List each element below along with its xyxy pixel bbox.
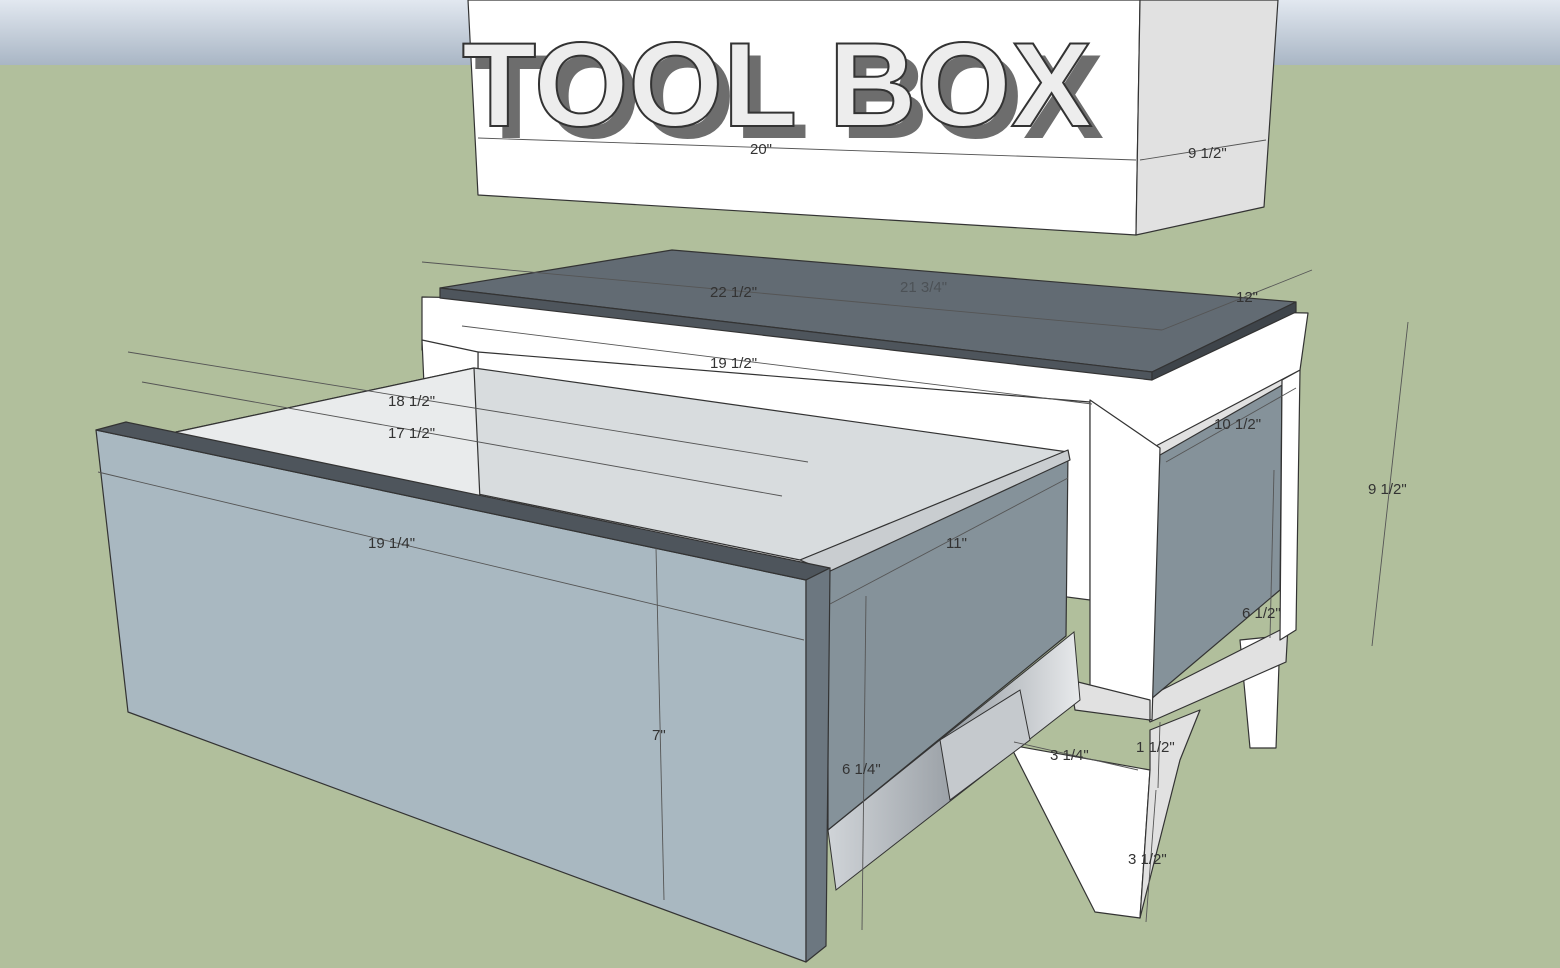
dim-lid-hidden: 21 3/4" bbox=[900, 279, 947, 296]
tote-side-face bbox=[1135, 0, 1279, 236]
dim-inner-width: 19 1/2" bbox=[710, 355, 757, 372]
dim-cabinet-height: 9 1/2" bbox=[1368, 481, 1407, 498]
dim-drawer-front: 19 1/4" bbox=[368, 535, 415, 552]
dim-lid-length: 22 1/2" bbox=[710, 284, 757, 301]
dim-drawer-outer: 18 1/2" bbox=[388, 393, 435, 410]
tote-title: TOOL BOX bbox=[462, 18, 1092, 152]
dim-rail-height: 1 1/2" bbox=[1136, 739, 1175, 756]
dim-lid-depth: 12" bbox=[1236, 289, 1258, 306]
dim-side-height: 6 1/4" bbox=[842, 761, 881, 778]
dim-leg-height: 3 1/2" bbox=[1128, 851, 1167, 868]
dim-front-height: 7" bbox=[652, 727, 666, 744]
dim-top-width: 20" bbox=[750, 141, 772, 158]
dim-drawer-depth: 11" bbox=[946, 535, 967, 552]
right-side-post bbox=[1279, 369, 1301, 641]
dim-panel-depth: 10 1/2" bbox=[1214, 416, 1261, 433]
front-right-post bbox=[1089, 399, 1161, 721]
drawer-front-edge bbox=[805, 567, 831, 963]
dim-leg-width: 3 1/4" bbox=[1050, 747, 1089, 764]
dim-panel-height: 6 1/2" bbox=[1242, 605, 1281, 622]
dim-top-depth: 9 1/2" bbox=[1188, 145, 1227, 162]
toolbox-3d-model: TOOL BOX TOOL BOX 20" 9 1/2" 22 1/2" 21 … bbox=[0, 0, 1560, 968]
dim-drawer-inner: 17 1/2" bbox=[388, 425, 435, 442]
